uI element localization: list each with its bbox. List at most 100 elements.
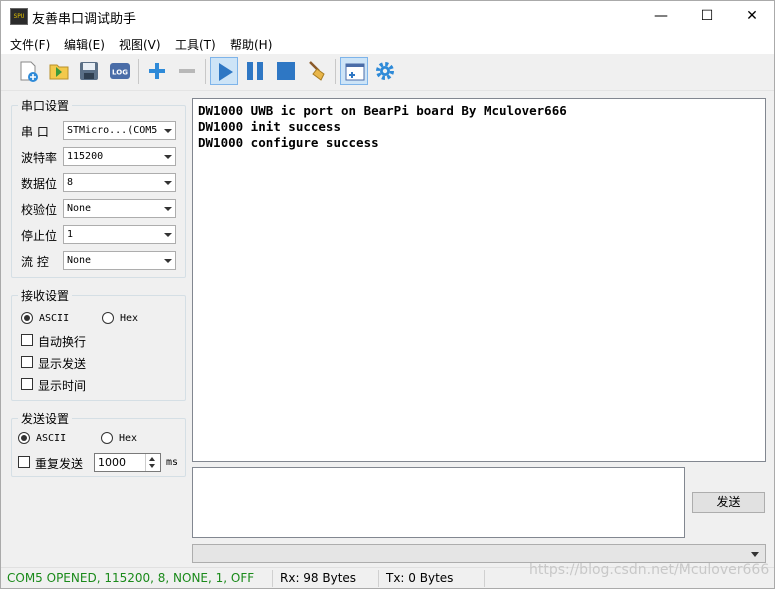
add-button[interactable] [143,57,171,85]
window-title: 友善串口调试助手 [32,12,137,27]
menu-edit[interactable]: 编辑(E) [64,36,105,53]
receive-textarea[interactable]: DW1000 UWB ic port on BearPi board By Mc… [192,98,766,462]
show-send-checkbox[interactable] [21,356,33,368]
pause-icon [247,62,263,80]
stopbits-value: 1 [67,229,74,240]
new-file-button[interactable] [14,57,42,85]
serial-settings-title: 串口设置 [18,97,73,114]
status-separator [378,570,379,587]
chevron-down-icon [164,233,172,237]
maximize-button[interactable]: ☐ [684,1,730,31]
settings-gear-icon [376,62,394,80]
receive-line: DW1000 UWB ic port on BearPi board By Mc… [198,103,567,118]
flow-value: None [67,255,92,266]
receive-line: DW1000 configure success [198,135,379,150]
parity-value: None [67,203,92,214]
stop-button[interactable] [272,57,300,85]
chevron-down-icon [751,552,759,557]
send-textarea[interactable] [192,467,685,538]
start-button[interactable] [210,57,238,85]
show-time-checkbox[interactable] [21,378,33,390]
receive-hex-label: Hex [120,313,139,324]
chevron-up-icon[interactable] [149,457,155,461]
interval-value: 1000 [98,456,126,469]
databits-label: 数据位 [21,177,58,191]
receive-hex-radio[interactable] [102,312,114,324]
stop-icon [277,62,295,80]
play-icon [219,63,233,81]
stepper-buttons[interactable] [145,454,160,471]
minimize-button[interactable]: — [638,1,684,31]
window-layout-button[interactable] [340,57,368,85]
watermark-text: https://blog.csdn.net/Mculover666 [529,562,770,578]
send-ascii-radio[interactable] [18,432,30,444]
broom-icon [309,61,325,81]
clear-button[interactable] [303,57,331,85]
app-logo-icon: SPU [10,8,28,25]
parity-select[interactable]: None [63,199,176,218]
show-send-label: 显示发送 [38,357,87,371]
log-button[interactable]: LOG [106,57,134,85]
receive-line: DW1000 init success [198,119,341,134]
new-file-icon [20,61,38,82]
chevron-down-icon [164,207,172,211]
window-layout-icon [345,63,365,81]
parity-label: 校验位 [21,203,58,217]
menu-file[interactable]: 文件(F) [10,36,50,53]
receive-settings-title: 接收设置 [18,287,73,304]
repeat-send-label: 重复发送 [35,457,84,471]
send-button[interactable]: 发送 [692,492,765,513]
flow-select[interactable]: None [63,251,176,270]
interval-stepper[interactable]: 1000 [94,453,161,472]
databits-select[interactable]: 8 [63,173,176,192]
open-file-button[interactable] [45,57,73,85]
baud-value: 115200 [67,151,104,162]
toolbar-separator [335,59,336,84]
add-icon [149,63,165,79]
save-button[interactable] [75,57,103,85]
port-label: 串 口 [21,125,49,139]
app-window: SPU 友善串口调试助手 — ☐ ✕ 文件(F) 编辑(E) 视图(V) 工具(… [0,0,775,589]
toolbar: LOG [1,54,774,91]
menu-bar: 文件(F) 编辑(E) 视图(V) 工具(T) 帮助(H) [1,32,774,54]
stopbits-select[interactable]: 1 [63,225,176,244]
chevron-down-icon [164,155,172,159]
send-hex-radio[interactable] [101,432,113,444]
chevron-down-icon [164,181,172,185]
rx-count: Rx: 98 Bytes [280,571,357,585]
baud-label: 波特率 [21,151,58,165]
auto-wrap-checkbox[interactable] [21,334,33,346]
baud-select[interactable]: 115200 [63,147,176,166]
databits-value: 8 [67,177,74,188]
log-icon-text: LOG [112,69,128,77]
menu-tools[interactable]: 工具(T) [175,36,216,53]
send-history-select[interactable] [192,544,766,563]
close-button[interactable]: ✕ [729,1,774,31]
status-separator [272,570,273,587]
open-folder-icon [49,64,69,80]
chevron-down-icon [164,259,172,263]
chevron-down-icon[interactable] [149,464,155,468]
port-select[interactable]: STMicro...(COM5 [63,121,176,140]
remove-button[interactable] [173,57,201,85]
interval-unit: ms [166,457,179,468]
send-ascii-label: ASCII [36,433,67,444]
menu-view[interactable]: 视图(V) [119,36,161,53]
status-separator [484,570,485,587]
stopbits-label: 停止位 [21,229,58,243]
repeat-send-checkbox[interactable] [18,456,30,468]
toolbar-separator [205,59,206,84]
toolbar-separator [138,59,139,84]
remove-icon [179,69,195,73]
title-bar[interactable]: SPU 友善串口调试助手 — ☐ ✕ [1,1,774,32]
pause-button[interactable] [241,57,269,85]
auto-wrap-label: 自动换行 [38,335,87,349]
receive-ascii-radio[interactable] [21,312,33,324]
chevron-down-icon [164,129,172,133]
port-value: STMicro...(COM5 [67,125,158,136]
send-settings-title: 发送设置 [18,410,73,427]
save-icon [80,62,98,80]
menu-help[interactable]: 帮助(H) [230,36,272,53]
tx-count: Tx: 0 Bytes [386,571,454,585]
settings-button[interactable] [371,57,399,85]
